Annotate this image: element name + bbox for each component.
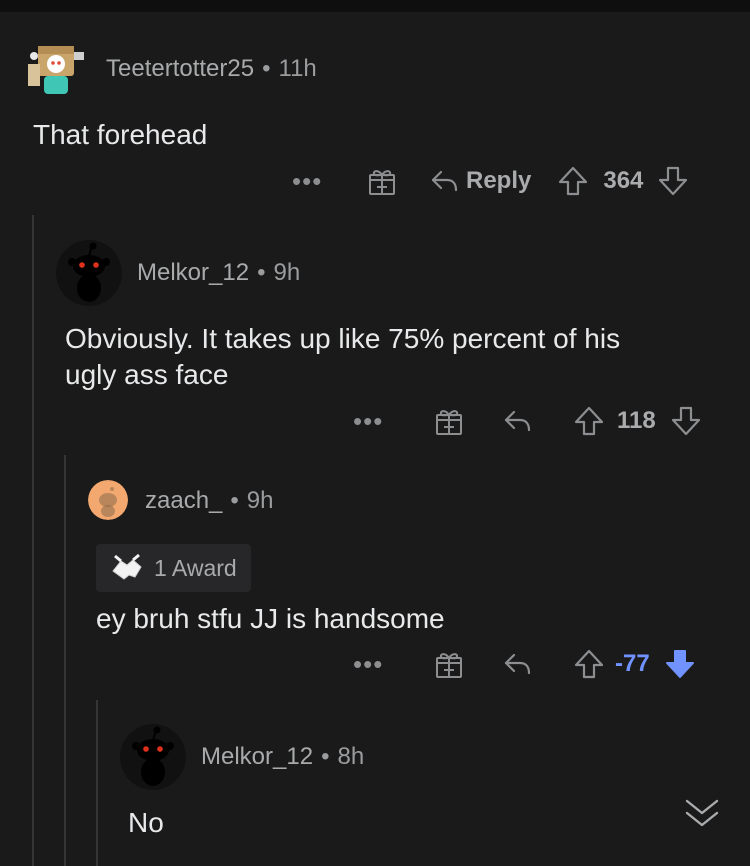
comment-age: 8h [337, 743, 365, 770]
reply-icon[interactable] [503, 650, 533, 678]
avatar[interactable] [120, 724, 186, 790]
author-name[interactable]: zaach_ [145, 487, 222, 514]
more-icon[interactable]: ••• [353, 651, 413, 677]
award-label: 1 Award [154, 554, 237, 581]
gift-icon[interactable] [366, 165, 398, 197]
separator-dot: • [321, 743, 330, 770]
reply-icon[interactable] [503, 407, 533, 435]
downvote-icon[interactable] [670, 405, 702, 437]
thread-rail-1[interactable] [32, 215, 34, 866]
snoo-avatar-icon [56, 240, 122, 306]
comment-body: That forehead [33, 119, 208, 150]
comment-thread: Teetertotter25 • 11h That forehead ••• Rep… [0, 0, 750, 866]
downvote-icon[interactable] [664, 648, 696, 680]
separator-dot: • [262, 55, 271, 82]
user-avatar-icon [22, 34, 88, 100]
separator-dot: • [257, 259, 266, 286]
author-line: Melkor_12 • 8h [201, 743, 364, 771]
award-chip[interactable]: 1 Award [96, 544, 251, 592]
snoo-avatar-icon [120, 724, 186, 790]
author-line: Melkor_12 • 9h [137, 259, 300, 287]
vote-count: -77 [615, 650, 650, 677]
separator-dot: • [230, 487, 239, 514]
author-name[interactable]: Melkor_12 [201, 743, 313, 770]
comment-body-line: ugly ass face [65, 359, 229, 390]
upvote-icon[interactable] [573, 648, 605, 680]
comment-body: No [128, 807, 164, 838]
comment-actions: ••• 118 [353, 401, 702, 441]
thread-rail-2[interactable] [64, 455, 66, 866]
vote-count: 118 [617, 407, 656, 434]
snoo-avatar-icon [88, 480, 128, 520]
avatar[interactable] [22, 34, 88, 100]
comment-body: Obviously. It takes up like 75% percent … [65, 321, 620, 393]
reply-button[interactable]: Reply [430, 167, 531, 195]
reply-icon [431, 170, 458, 192]
comment-actions: ••• Reply 364 [292, 161, 689, 201]
author-name[interactable]: Melkor_12 [137, 259, 249, 286]
gift-icon[interactable] [433, 648, 465, 680]
award-icon [112, 553, 142, 580]
more-icon[interactable]: ••• [353, 408, 413, 434]
comment-body-line: Obviously. It takes up like 75% percent … [65, 323, 621, 354]
downvote-icon[interactable] [657, 165, 689, 197]
comment-age: 9h [246, 487, 274, 514]
comment-age: 9h [273, 259, 301, 286]
more-icon[interactable]: ••• [292, 168, 352, 194]
author-line: Teetertotter25 • 11h [106, 55, 317, 83]
comment-body: ey bruh stfu JJ is handsome [96, 603, 445, 634]
thread-rail-3[interactable] [96, 700, 98, 866]
comment-age: 11h [278, 55, 317, 82]
author-name[interactable]: Teetertotter25 [106, 55, 254, 82]
avatar[interactable] [88, 480, 128, 520]
comment-actions: ••• -77 [353, 644, 696, 684]
chevron-double-down-icon[interactable] [682, 795, 722, 836]
upvote-icon[interactable] [573, 405, 605, 437]
avatar[interactable] [56, 240, 122, 306]
reply-label: Reply [466, 167, 532, 194]
vote-count: 364 [603, 167, 644, 194]
author-line: zaach_ • 9h [145, 487, 274, 515]
upvote-icon[interactable] [557, 165, 589, 197]
gift-icon[interactable] [433, 405, 465, 437]
